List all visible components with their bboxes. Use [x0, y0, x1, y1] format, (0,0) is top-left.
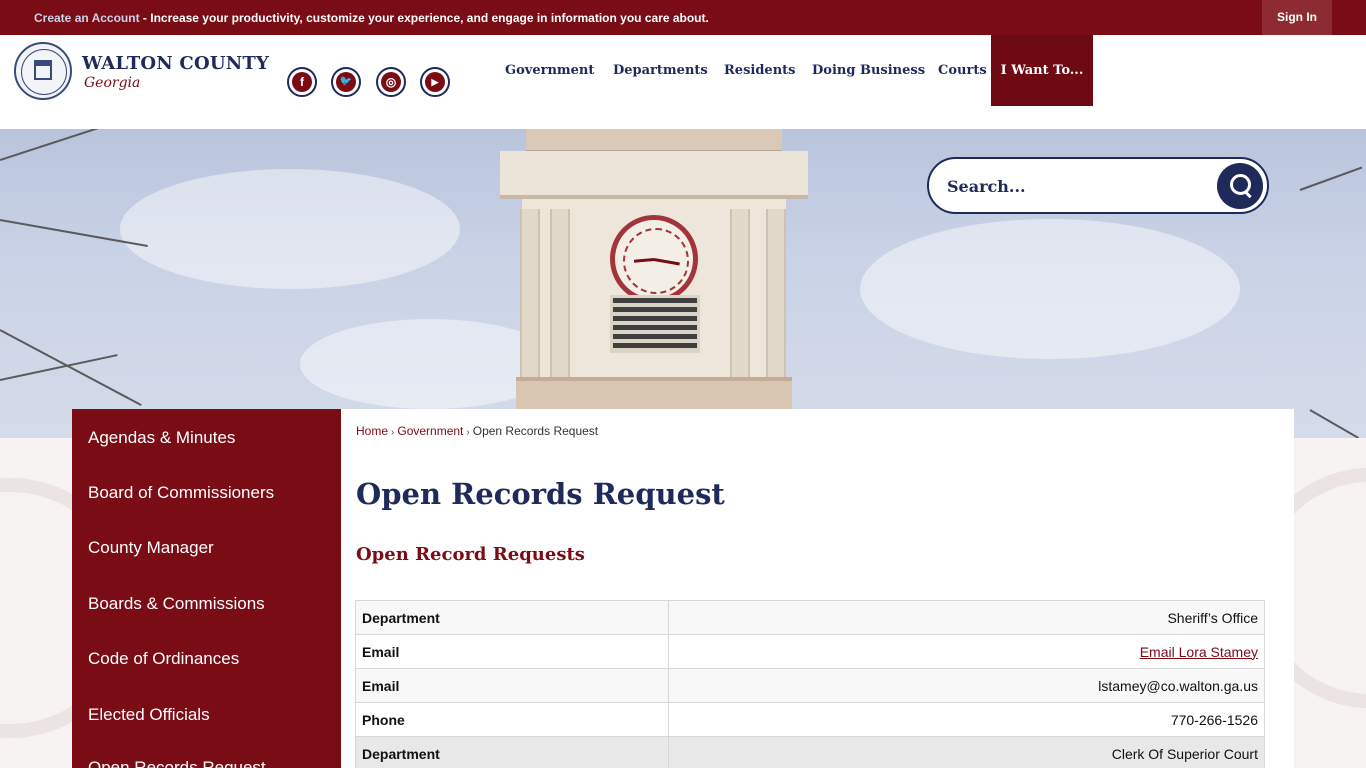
nav-residents[interactable]: Residents	[724, 63, 795, 78]
breadcrumb-separator-icon: ›	[466, 427, 470, 438]
row-key: Email	[354, 634, 670, 669]
breadcrumb: Home › Government › Open Records Request	[356, 424, 598, 438]
tree-branch	[1309, 409, 1359, 438]
hero-cloud	[860, 219, 1240, 359]
twitter-glyph: 🐦	[339, 76, 353, 87]
instagram-glyph: ◎	[385, 75, 397, 89]
facebook-glyph: f	[300, 75, 304, 89]
nav-departments[interactable]: Departments	[613, 63, 708, 78]
site-header: WALTON COUNTY Georgia f 🐦 ◎ ▶ Government…	[0, 35, 1366, 129]
table-row: Department Sheriff’s Office	[354, 600, 1265, 635]
facebook-icon[interactable]: f	[287, 67, 317, 97]
sign-in-button[interactable]: Sign In	[1262, 0, 1332, 35]
row-value: lstamey@co.walton.ga.us	[668, 668, 1265, 703]
row-value: Sheriff’s Office	[668, 600, 1265, 635]
create-account-link[interactable]: Create an Account	[34, 11, 140, 25]
table-row: Phone 770-266-1526	[354, 702, 1265, 737]
sidebar-item-boards-commissions[interactable]: Boards & Commissions	[88, 594, 265, 614]
search-icon[interactable]	[1217, 163, 1263, 209]
clock-tower-image	[500, 129, 808, 438]
row-key: Department	[354, 736, 670, 768]
nav-government[interactable]: Government	[505, 63, 594, 78]
main-content: Home › Government › Open Records Request Ope…	[341, 409, 1294, 768]
twitter-icon[interactable]: 🐦	[331, 67, 361, 97]
breadcrumb-separator-icon: ›	[391, 427, 395, 438]
tree-branch	[0, 129, 182, 161]
hero-cloud	[120, 169, 460, 289]
search-box	[927, 157, 1269, 214]
nav-doing-business[interactable]: Doing Business	[812, 63, 925, 78]
brand-name[interactable]: WALTON COUNTY	[82, 53, 269, 74]
sidebar-item-board-of-commissioners[interactable]: Board of Commissioners	[88, 483, 274, 503]
top-utility-bar: Create an Account - Increase your produc…	[0, 0, 1366, 35]
breadcrumb-current: Open Records Request	[472, 424, 599, 438]
row-value: Clerk Of Superior Court	[668, 736, 1265, 768]
account-message: Create an Account - Increase your produc…	[34, 11, 709, 25]
sidebar-item-code-of-ordinances[interactable]: Code of Ordinances	[88, 649, 239, 669]
hero-banner	[0, 129, 1366, 438]
row-key: Phone	[354, 702, 670, 737]
breadcrumb-home[interactable]: Home	[356, 424, 388, 438]
tower-louver	[610, 295, 700, 353]
youtube-icon[interactable]: ▶	[420, 67, 450, 97]
nav-courts[interactable]: Courts	[938, 63, 987, 78]
row-key: Email	[354, 668, 670, 703]
sidebar-item-agendas-minutes[interactable]: Agendas & Minutes	[88, 428, 235, 448]
county-seal-logo[interactable]	[14, 42, 72, 100]
youtube-glyph: ▶	[431, 77, 439, 87]
breadcrumb-government[interactable]: Government	[397, 424, 463, 438]
table-row: Email lstamey@co.walton.ga.us	[354, 668, 1265, 703]
nav-i-want-to[interactable]: I Want To...	[991, 35, 1093, 106]
sidebar-item-open-records-request[interactable]: Open Records Request	[88, 758, 266, 768]
sidebar-nav: Agendas & Minutes Board of Commissioners…	[72, 409, 341, 768]
section-title: Open Record Requests	[356, 544, 585, 565]
sidebar-item-county-manager[interactable]: County Manager	[88, 538, 214, 558]
instagram-icon[interactable]: ◎	[376, 67, 406, 97]
clock-face	[610, 215, 698, 303]
row-value: 770-266-1526	[668, 702, 1265, 737]
sidebar-item-elected-officials[interactable]: Elected Officials	[88, 705, 210, 725]
table-row: Department Clerk Of Superior Court	[354, 736, 1265, 768]
brand-state[interactable]: Georgia	[84, 75, 140, 91]
tree-branch	[1299, 166, 1363, 191]
table-row: Email Email Lora Stamey	[354, 634, 1265, 669]
row-value: Email Lora Stamey	[668, 634, 1265, 669]
tree-branch	[0, 329, 142, 406]
page-title: Open Records Request	[356, 477, 725, 511]
search-input[interactable]	[947, 169, 1207, 203]
email-lora-stamey-link[interactable]: Email Lora Stamey	[1140, 644, 1258, 660]
records-table: Department Sheriff’s Office Email Email …	[354, 600, 1265, 768]
account-message-text: - Increase your productivity, customize …	[139, 11, 709, 25]
row-key: Department	[354, 600, 670, 635]
tree-branch	[0, 354, 118, 381]
